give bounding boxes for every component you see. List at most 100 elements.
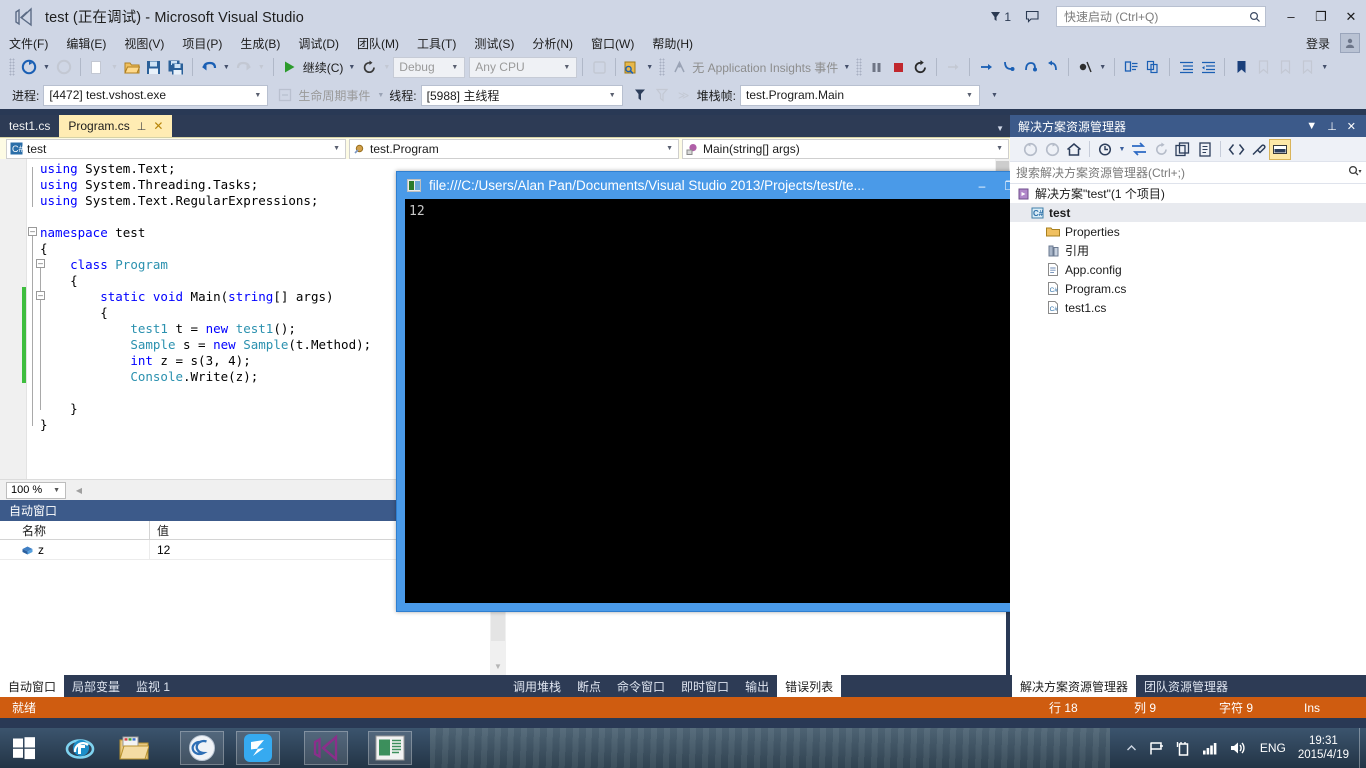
project-select[interactable]: C# test ▼: [6, 138, 346, 159]
quick-launch-input[interactable]: 快速启动 (Ctrl+Q): [1056, 6, 1266, 27]
menu-build[interactable]: 生成(B): [231, 33, 289, 54]
pending-changes-filter-button[interactable]: [1094, 139, 1116, 160]
toolbar-grip-3[interactable]: [856, 58, 863, 76]
volume-icon[interactable]: [1224, 741, 1252, 755]
save-button[interactable]: [143, 56, 165, 78]
internet-explorer-icon[interactable]: [58, 731, 102, 765]
show-all-files-button[interactable]: [1172, 139, 1194, 160]
menu-help[interactable]: 帮助(H): [643, 33, 702, 54]
solution-tree[interactable]: 解决方案"test"(1 个项目) C# test Properties 引用 …: [1010, 184, 1366, 675]
network-signal-icon[interactable]: [1196, 741, 1224, 755]
menu-file[interactable]: 文件(F): [0, 33, 57, 54]
sogou-app-icon[interactable]: [180, 731, 224, 765]
start-button[interactable]: [0, 728, 48, 768]
tab-program-cs[interactable]: Program.cs ⊥ ✕: [59, 115, 173, 137]
tab-call-stack[interactable]: 调用堆栈: [505, 675, 569, 697]
notification-bell[interactable]: 1: [989, 10, 1011, 24]
show-desktop-button[interactable]: [1359, 728, 1366, 768]
feedback-icon[interactable]: [1025, 10, 1042, 23]
solution-explorer-search-input[interactable]: 搜索解决方案资源管理器(Ctrl+;) ▾: [1010, 162, 1366, 184]
break-all-button[interactable]: [865, 56, 887, 78]
restart-debug-button[interactable]: [909, 56, 931, 78]
debug-toolbar-overflow[interactable]: ▼: [988, 92, 1001, 99]
navigate-backward-dropdown[interactable]: ▼: [40, 64, 53, 71]
app-insights-dropdown[interactable]: ▼: [840, 64, 853, 71]
open-file-button[interactable]: [121, 56, 143, 78]
process-select[interactable]: [4472] test.vshost.exe ▼: [43, 84, 269, 106]
tab-error-list[interactable]: 错误列表: [777, 675, 842, 697]
tab-team-explorer[interactable]: 团队资源管理器: [1136, 675, 1236, 697]
decrease-indent-button[interactable]: [1197, 56, 1219, 78]
restart-button[interactable]: [358, 56, 380, 78]
navigate-backward-button[interactable]: [18, 56, 40, 78]
tab-watch-1[interactable]: 监视 1: [128, 675, 178, 697]
flag-threads-button[interactable]: [629, 84, 651, 106]
tree-node-solution[interactable]: 解决方案"test"(1 个项目): [1010, 184, 1366, 203]
console-window[interactable]: file:///C:/Users/Alan Pan/Documents/Visu…: [396, 171, 1073, 612]
view-code-button[interactable]: [1225, 139, 1247, 160]
undo-dropdown[interactable]: ▼: [220, 64, 233, 71]
performance-profiler-button[interactable]: [621, 56, 643, 78]
show-hidden-icons-button[interactable]: [1120, 744, 1143, 753]
comment-selection-button[interactable]: [1120, 56, 1142, 78]
tab-overflow-button[interactable]: ▼: [996, 124, 1010, 137]
minimize-button[interactable]: –: [1276, 0, 1306, 33]
preview-selected-items-button[interactable]: [1269, 138, 1291, 160]
pin-icon[interactable]: ⊥: [1322, 120, 1342, 133]
console-minimize-button[interactable]: –: [968, 176, 996, 196]
console-output-area[interactable]: 12 ▲ ▼: [405, 199, 1065, 603]
account-icon[interactable]: [1340, 33, 1360, 53]
filter-dropdown-icon[interactable]: ▼: [1116, 139, 1128, 160]
console-app-icon[interactable]: [368, 731, 412, 765]
action-center-flag-icon[interactable]: [1143, 741, 1170, 756]
view-designer-button[interactable]: [1247, 139, 1269, 160]
toggle-breakpoint-button[interactable]: [1074, 56, 1096, 78]
performance-dropdown[interactable]: ▼: [643, 64, 656, 71]
save-all-button[interactable]: [165, 56, 187, 78]
ime-status-icon[interactable]: [1170, 741, 1196, 756]
pin-icon[interactable]: ⊥: [137, 120, 147, 133]
zoom-level-select[interactable]: 100 % ▼: [6, 481, 66, 499]
tab-autos[interactable]: 自动窗口: [0, 675, 65, 697]
variable-name-cell[interactable]: z: [0, 539, 150, 560]
breakpoint-dropdown[interactable]: ▼: [1096, 64, 1109, 71]
scroll-down-arrow-icon[interactable]: ▼: [494, 662, 502, 671]
stop-debugging-button[interactable]: [887, 56, 909, 78]
continue-button[interactable]: 继续(C): [301, 59, 346, 76]
file-explorer-icon[interactable]: [112, 731, 156, 765]
properties-button[interactable]: [1194, 139, 1216, 160]
visual-studio-app-icon[interactable]: [304, 731, 348, 765]
close-button[interactable]: ✕: [1336, 0, 1366, 33]
tree-node-references[interactable]: 引用: [1010, 241, 1366, 260]
clock[interactable]: 19:31 2015/4/19: [1294, 734, 1359, 762]
menu-debug[interactable]: 调试(D): [289, 33, 348, 54]
type-select[interactable]: test.Program ▼: [349, 138, 679, 159]
tab-solution-explorer[interactable]: 解决方案资源管理器: [1012, 675, 1137, 697]
app-insights-events-button[interactable]: 无 Application Insights 事件: [690, 59, 840, 76]
source-code[interactable]: using System.Text; using System.Threadin…: [40, 161, 371, 433]
language-indicator[interactable]: ENG: [1252, 741, 1294, 755]
menu-team[interactable]: 团队(M): [348, 33, 408, 54]
menu-test[interactable]: 测试(S): [465, 33, 523, 54]
menu-project[interactable]: 项目(P): [173, 33, 231, 54]
step-out-button[interactable]: [1041, 56, 1063, 78]
undo-button[interactable]: [198, 56, 220, 78]
toggle-bookmark-button[interactable]: [1230, 56, 1252, 78]
increase-indent-button[interactable]: [1175, 56, 1197, 78]
lifecycle-dropdown[interactable]: ▼: [374, 92, 387, 99]
toolbar-overflow-button[interactable]: ▼: [1318, 64, 1331, 71]
uncomment-selection-button[interactable]: [1142, 56, 1164, 78]
fold-toggle-namespace[interactable]: –: [28, 227, 37, 236]
close-icon[interactable]: ✕: [1342, 120, 1361, 133]
restore-button[interactable]: ❐: [1306, 0, 1336, 33]
kingsoft-app-icon[interactable]: [236, 731, 280, 765]
sign-in-link[interactable]: 登录: [1296, 35, 1340, 52]
menu-view[interactable]: 视图(V): [115, 33, 173, 54]
menu-tools[interactable]: 工具(T): [408, 33, 465, 54]
console-title-bar[interactable]: file:///C:/Users/Alan Pan/Documents/Visu…: [397, 172, 1072, 199]
step-into-button[interactable]: [997, 56, 1019, 78]
solution-configuration-select[interactable]: Debug ▼: [393, 56, 466, 78]
member-select[interactable]: Main(string[] args) ▼: [682, 138, 1009, 159]
tab-locals[interactable]: 局部变量: [64, 675, 128, 697]
stack-frame-select[interactable]: test.Program.Main ▼: [739, 84, 980, 106]
